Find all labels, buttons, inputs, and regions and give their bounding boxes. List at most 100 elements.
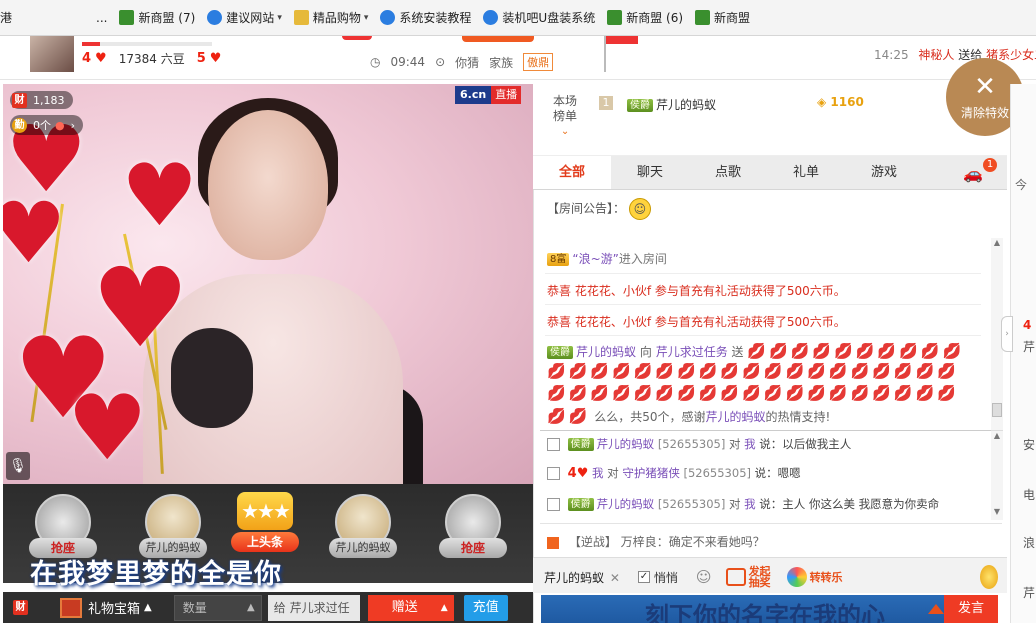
live-label: 直播 [491, 86, 522, 104]
broadcast-tag: 【逆战】 [568, 535, 617, 549]
diligence-badge[interactable]: 勤 0个 ● › [10, 115, 84, 135]
edge-text: 今 [1015, 178, 1028, 192]
rank-number: 1 [599, 96, 613, 110]
current-time: 09:44 [390, 55, 426, 69]
broadcast-user[interactable]: 万梓良 [621, 535, 657, 549]
chevron-up-icon[interactable]: ▲ [441, 595, 448, 621]
headline-label[interactable]: 上头条 [231, 532, 299, 552]
pm-target[interactable]: 我 [744, 437, 756, 451]
recipient-field[interactable]: 给 芹儿求过任 [267, 594, 360, 621]
whisper-toggle[interactable]: ✓ 悄悄 [637, 569, 678, 586]
congrats-users[interactable]: 花花花、小伙f [575, 284, 651, 298]
ie-icon [207, 10, 223, 25]
microphone-icon[interactable]: 🎙 [6, 452, 30, 480]
pm-text: 说：以后做我主人 [759, 437, 852, 451]
reply-icon[interactable] [547, 498, 560, 511]
side-panel-edge: 今 › 4 芹 安 电 浪 芹 [1001, 84, 1036, 623]
chat-tabs: 全部 聊天 点歌 礼单 游戏 🚗 1 [533, 156, 1007, 190]
seat-user-name: 芹儿的蚂蚁 [329, 538, 397, 558]
emoji-icon[interactable]: ☺ [696, 568, 712, 586]
car-count-badge: 1 [983, 158, 997, 172]
checkbox-icon[interactable]: ✓ [637, 571, 650, 583]
pm-user[interactable]: 芹儿的蚂蚁 [597, 497, 655, 511]
chevron-up-icon[interactable]: ▲ [991, 238, 1003, 247]
chevron-up-icon[interactable]: ▲ [991, 431, 1003, 440]
rank-score-value: 1160 [830, 95, 864, 109]
green-leaf-icon [695, 10, 711, 25]
diligence-count: 0个 [33, 119, 51, 132]
host-avatar[interactable] [30, 36, 74, 72]
live-video[interactable]: ♥ ♥ ♥ ♥ ♥ ♥ [3, 84, 533, 484]
congrats-text: 参与首充有礼活动获得了500六币。 [654, 315, 846, 329]
tab-gifts[interactable]: 礼单 [767, 156, 845, 189]
pm-target[interactable]: 我 [744, 497, 756, 511]
edge-text: 芹 [1023, 586, 1036, 600]
pm-user[interactable]: 芹儿的蚂蚁 [597, 437, 655, 451]
pm-user[interactable]: 我 [592, 466, 604, 480]
bookmark-xinshangmeng[interactable]: 新商盟 [695, 9, 750, 26]
congrats-users[interactable]: 花花花、小伙f [575, 315, 651, 329]
bookmark-zhuangji[interactable]: 装机吧U盘装系统 [483, 9, 595, 26]
close-icon[interactable]: ✕ [610, 571, 620, 585]
car-button[interactable]: 🚗 1 [959, 156, 999, 189]
wealth-badge[interactable]: 财 1,183 [10, 91, 73, 109]
bookmark-xinshangmeng-7[interactable]: 新商盟 (7) [119, 9, 195, 26]
scroll-thumb[interactable] [992, 403, 1002, 417]
rank-header: 本场 榜单 ⌄ 1 侯爵 芹儿的蚂蚁 ◈ 1160 [533, 84, 1007, 156]
pm-target[interactable]: 守护猪猪侠 [622, 466, 680, 480]
input-toolbar: 芹儿的蚂蚁 ✕ ✓ 悄悄 ☺ 发起抽奖 转转乐 [540, 563, 1002, 591]
bookmark-jianyi[interactable]: 建议网站 ▾ [207, 9, 282, 26]
green-leaf-icon [119, 10, 135, 25]
chevron-down-icon[interactable]: ▼ [991, 507, 1003, 516]
wheel-button[interactable]: 转转乐 [786, 567, 843, 587]
seat-user-2[interactable]: 芹儿的蚂蚁 [323, 492, 403, 564]
seat-empty-2[interactable]: 抢座 [433, 492, 513, 564]
chat-user[interactable]: “浪~游” [572, 252, 619, 266]
thanks-tail: 的热情支持! [765, 410, 831, 424]
tab-all[interactable]: 全部 [533, 156, 611, 189]
ie-icon [483, 10, 499, 25]
vip-badge: 8富 [547, 253, 570, 266]
bookmark-0[interactable]: 港 [0, 9, 12, 26]
grab-seat-label[interactable]: 抢座 [439, 538, 507, 558]
thanks-text: 么么，共50个，感谢 [594, 410, 706, 424]
chevron-down-icon: ▾ [277, 12, 282, 23]
clock-icon: ◷ [370, 55, 381, 69]
chevron-right-icon[interactable]: › [71, 119, 75, 132]
lottery-button[interactable]: 发起抽奖 [725, 566, 773, 588]
rank-title[interactable]: 本场 榜单 ⌄ [553, 94, 577, 139]
lottery-icon [725, 568, 746, 586]
bookmark-xinshangmeng-6[interactable]: 新商盟 (6) [607, 9, 683, 26]
congrats-text: 参与首充有礼活动获得了500六币。 [654, 284, 846, 298]
private-scrollbar[interactable]: ▲ ▼ [991, 430, 1003, 520]
tab-games[interactable]: 游戏 [845, 156, 923, 189]
chat-target-select[interactable]: 芹儿的蚂蚁 ✕ [540, 569, 624, 586]
quantity-input[interactable]: 数量 ▲ [173, 594, 262, 621]
reply-icon[interactable] [547, 438, 560, 451]
recharge-button[interactable]: 充值 [463, 594, 508, 621]
host-hearts-left: 4 [82, 51, 92, 66]
family-badge[interactable]: 傲鼎 [523, 53, 554, 71]
wealth-icon: 财 [12, 92, 27, 108]
wheel-label: 转转乐 [809, 571, 843, 584]
heart-balloon-icon: ♥ [121, 146, 199, 246]
rank-entry[interactable]: 侯爵 芹儿的蚂蚁 [627, 96, 716, 113]
gift-receiver[interactable]: 芹儿求过任务 [656, 345, 728, 359]
marquee-user[interactable]: 神秘人 [918, 48, 954, 62]
reply-icon[interactable] [547, 467, 560, 480]
gift-sender[interactable]: 芹儿的蚂蚁 [576, 345, 636, 359]
send-gift-button[interactable]: 赠送 ▲ [367, 594, 454, 621]
browser-window: 港 ... 新商盟 (7) 建议网站 ▾ 精品购物 ▾ 系统安装教程 装机吧U盘装系… [0, 0, 1036, 623]
bookmark-xitong[interactable]: 系统安装教程 [380, 9, 471, 26]
thanks-user[interactable]: 芹儿的蚂蚁 [705, 410, 765, 424]
tab-chat[interactable]: 聊天 [611, 156, 689, 189]
chat-input[interactable]: 刻下你的名字在我的心 [541, 595, 944, 623]
gold-egg-icon[interactable] [980, 565, 998, 589]
chevron-right-icon[interactable]: › [1001, 316, 1013, 352]
gift-box-button[interactable]: 礼物宝箱 ▲ [60, 597, 152, 618]
host-stats: 4 ♥ 17384 六豆 5 ♥ [82, 50, 221, 67]
tab-songs[interactable]: 点歌 [689, 156, 767, 189]
bookmark-1[interactable]: ... [96, 11, 107, 25]
send-message-button[interactable]: 发言 [944, 595, 998, 623]
bookmark-jingpin[interactable]: 精品购物 ▾ [293, 9, 368, 26]
